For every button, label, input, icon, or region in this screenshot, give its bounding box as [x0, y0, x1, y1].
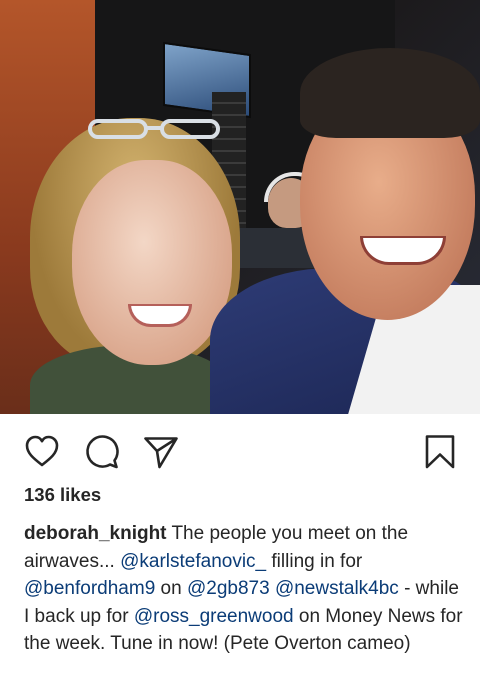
post-caption: deborah_knight The people you meet on th…: [24, 520, 464, 658]
photo-woman-face: [72, 160, 232, 365]
likes-count[interactable]: 136 likes: [24, 484, 101, 506]
caption-text: on: [155, 578, 187, 599]
caption-mention[interactable]: @karlstefanovic_: [120, 551, 266, 572]
photo-man-hair: [300, 48, 480, 138]
caption-mention[interactable]: @newstalk4bc: [275, 578, 399, 599]
share-button[interactable]: [141, 432, 181, 472]
caption-text: filling in for: [266, 550, 363, 572]
comment-button[interactable]: [82, 432, 122, 472]
post-action-bar: [0, 414, 480, 486]
bookmark-icon: [425, 435, 455, 469]
save-button[interactable]: [420, 432, 460, 472]
photo-sunglasses: [88, 119, 220, 139]
heart-icon: [25, 435, 59, 467]
like-button[interactable]: [22, 432, 62, 472]
caption-mention[interactable]: @2gb873: [187, 578, 270, 599]
caption-mention[interactable]: @benfordham9: [24, 578, 155, 599]
send-icon: [144, 437, 178, 469]
post-photo[interactable]: [0, 0, 480, 414]
caption-username[interactable]: deborah_knight: [24, 523, 167, 544]
comment-icon: [86, 435, 119, 469]
caption-mention[interactable]: @ross_greenwood: [134, 606, 294, 627]
